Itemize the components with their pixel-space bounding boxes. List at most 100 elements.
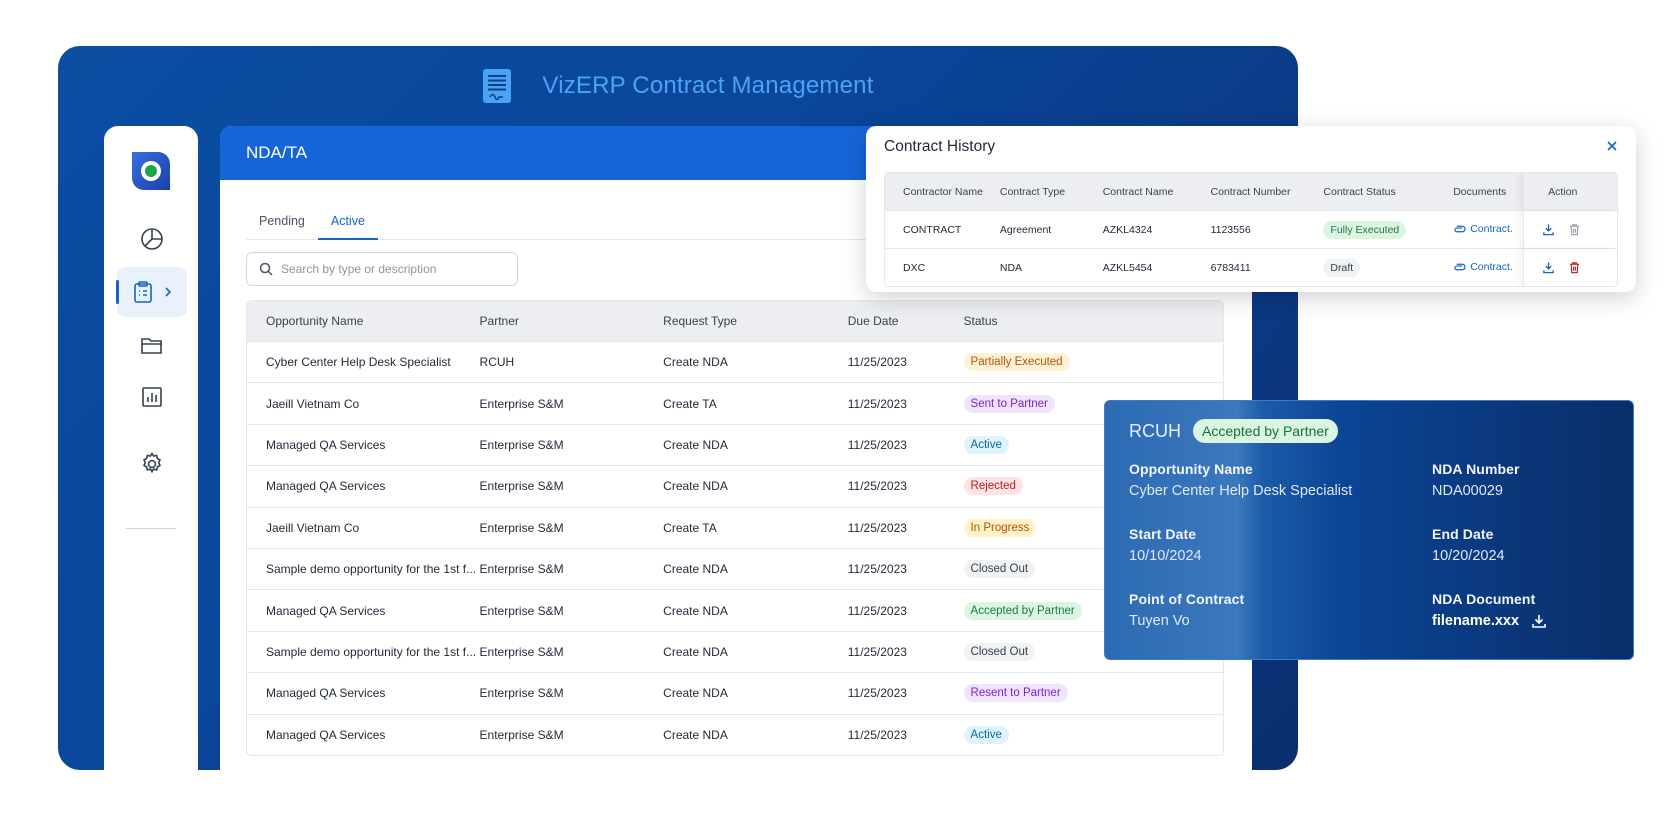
sidebar-item-contracts[interactable] [116,267,187,317]
table-row[interactable]: Managed QA Services Enterprise S&M Create … [247,423,1223,465]
column-header-contractor: Contractor Name [903,185,983,198]
table-row[interactable]: Managed QA Services Enterprise S&M Create … [247,465,1223,506]
sidebar [104,126,198,770]
cell-opportunity: Jaeill Vietnam Co [266,520,360,535]
cell-contract-name: AZKL4324 [1102,223,1153,236]
table-row[interactable]: Sample demo opportunity for the 1st f...… [247,630,1223,672]
cell-opportunity: Managed QA Services [266,603,386,618]
sidebar-item-dashboard[interactable] [117,214,187,264]
cell-contract-number: 1123556 [1210,223,1251,236]
column-header-partner[interactable]: Partner [480,314,664,328]
field-start-date: Start Date 10/10/2024 [1129,526,1202,564]
cell-due-date: 11/25/2023 [847,355,907,370]
column-header-request-type[interactable]: Request Type [663,314,848,328]
tab-active[interactable]: Active [317,210,378,240]
table-header: Opportunity Name Partner Request Type Du… [247,301,1223,341]
cell-due-date: 11/25/2023 [847,686,907,701]
cell-request-type: Create TA [663,396,717,411]
document-link-label: Contract. [1470,223,1513,235]
cell-due-date: 11/25/2023 [847,727,907,742]
field-value: 10/20/2024 [1432,548,1505,564]
field-label: NDA Number [1432,461,1520,477]
table-row[interactable]: Jaeill Vietnam Co Enterprise S&M Create TA… [247,506,1223,548]
cell-actions [1523,211,1617,248]
table-row[interactable]: Managed QA Services Enterprise S&M Create … [247,713,1223,755]
document-file-link[interactable]: filename.xxx [1432,613,1547,629]
sidebar-item-reports[interactable] [117,372,187,422]
column-header-documents: Documents [1453,185,1507,198]
status-badge: Active [963,435,1009,454]
cell-contract-type: NDA [999,261,1023,274]
cell-opportunity: Sample demo opportunity for the 1st f... [266,562,477,577]
column-header-contract-number: Contract Number [1210,185,1291,198]
sidebar-item-files[interactable] [117,320,187,370]
cell-partner: Enterprise S&M [479,603,564,618]
table-row[interactable]: Jaeill Vietnam Co Enterprise S&M Create TA… [247,382,1223,423]
cell-contractor: DXC [903,261,926,274]
search-icon [259,262,273,276]
tab-pending[interactable]: Pending [246,210,318,240]
document-link[interactable]: Contract. [1453,261,1513,273]
status-badge: Closed Out [963,560,1036,579]
cell-contract-type: Agreement [999,223,1052,236]
document-link-label: Contract. [1470,261,1513,273]
field-label: Opportunity Name [1129,461,1253,477]
cell-partner: Enterprise S&M [479,686,564,701]
delete-button[interactable] [1568,223,1582,237]
cell-due-date: 11/25/2023 [847,562,907,577]
column-header-opportunity[interactable]: Opportunity Name [247,314,480,328]
document-link[interactable]: Contract. [1453,223,1513,235]
delete-button[interactable] [1568,261,1582,275]
cell-contract-number: 6783411 [1210,261,1251,274]
cell-partner: Enterprise S&M [479,437,564,452]
history-table-header: Contractor Name Contract Type Contract N… [885,173,1617,210]
download-button[interactable] [1542,261,1556,275]
cell-documents: Contract. [1453,261,1523,274]
status-badge: Partially Executed [963,353,1070,372]
cell-request-type: Create NDA [663,686,728,701]
search-input[interactable] [281,262,511,276]
field-point-of-contract: Point of Contract Tuyen Vo [1129,591,1244,629]
table-row[interactable]: Managed QA Services Enterprise S&M Create … [247,589,1223,630]
cell-documents: Contract. [1453,223,1523,236]
cell-due-date: 11/25/2023 [847,396,907,411]
clipboard-icon [134,281,152,303]
column-header-status[interactable]: Status [964,314,1223,328]
column-header-contract-type: Contract Type [999,185,1066,198]
table-row[interactable]: Managed QA Services Enterprise S&M Create … [247,672,1223,713]
download-icon[interactable] [1531,613,1547,629]
download-button[interactable] [1542,223,1556,237]
close-icon [1607,141,1617,151]
field-value: Tuyen Vo [1129,613,1190,629]
cell-opportunity: Jaeill Vietnam Co [266,396,360,411]
cell-opportunity: Managed QA Services [266,686,386,701]
table-row[interactable]: Sample demo opportunity for the 1st f...… [247,547,1223,589]
cell-status: Resent to Partner [963,684,1223,703]
history-row: CONTRACT Agreement AZKL4324 1123556 Fully Ex… [885,210,1617,248]
gear-icon [142,451,162,474]
status-badge: Sent to Partner [963,394,1055,413]
download-icon [1543,223,1554,235]
table-row[interactable]: Cyber Center Help Desk Specialist RCUH Cre… [247,341,1223,382]
paperclip-icon [1454,225,1466,233]
cell-partner: Enterprise S&M [479,727,564,742]
field-value: NDA00029 [1432,483,1503,499]
field-label: Start Date [1129,526,1197,542]
column-header-due-date[interactable]: Due Date [848,314,964,328]
folder-icon [141,338,162,354]
cell-status: Active [963,725,1223,744]
sidebar-item-settings[interactable] [117,439,187,489]
field-value: 10/10/2024 [1129,548,1202,564]
app-title: VizERP Contract Management [542,72,874,99]
history-table-body: CONTRACT Agreement AZKL4324 1123556 Fully Ex… [885,210,1617,286]
table-body: Cyber Center Help Desk Specialist RCUH Cre… [247,341,1223,755]
search-box[interactable] [246,252,518,286]
cell-request-type: Create NDA [663,562,728,577]
cell-request-type: Create NDA [663,727,728,742]
field-label: Point of Contract [1129,591,1245,607]
app-logo[interactable] [128,148,174,194]
cell-partner: Enterprise S&M [479,396,564,411]
cell-partner: Enterprise S&M [479,520,564,535]
nda-detail-card: RCUH Accepted by Partner Opportunity Nam… [1104,400,1634,660]
close-button[interactable] [1602,136,1622,156]
